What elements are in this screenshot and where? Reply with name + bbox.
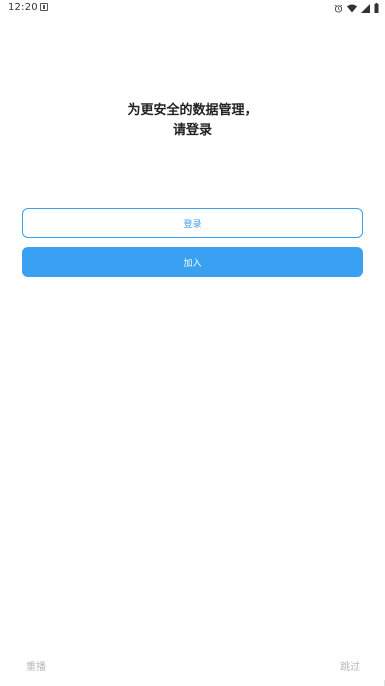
status-icons xyxy=(334,2,379,14)
join-button-label: 加入 xyxy=(183,258,202,269)
heading-line-1: 为更安全的数据管理， xyxy=(127,103,258,118)
status-time: 12:20 xyxy=(8,2,38,13)
notification-icon xyxy=(40,3,48,11)
login-prompt-heading: 为更安全的数据管理， 请登录 xyxy=(0,101,385,141)
battery-icon xyxy=(374,3,379,13)
join-button[interactable]: 加入 xyxy=(22,247,363,277)
wifi-icon xyxy=(347,4,357,13)
signal-icon xyxy=(361,3,370,13)
heading-line-2: 请登录 xyxy=(172,123,212,138)
status-bar: 12:20 xyxy=(0,0,385,16)
alarm-icon xyxy=(334,4,343,13)
login-button[interactable]: 登录 xyxy=(22,208,363,238)
login-button-label: 登录 xyxy=(183,219,202,230)
skip-button[interactable]: 跳过 xyxy=(340,658,360,673)
replay-button[interactable]: 重播 xyxy=(26,658,46,673)
onboarding-screen: 12:20 为更安全的数据管理， 请登录 登录 加入 重播 跳过 xyxy=(0,0,385,686)
